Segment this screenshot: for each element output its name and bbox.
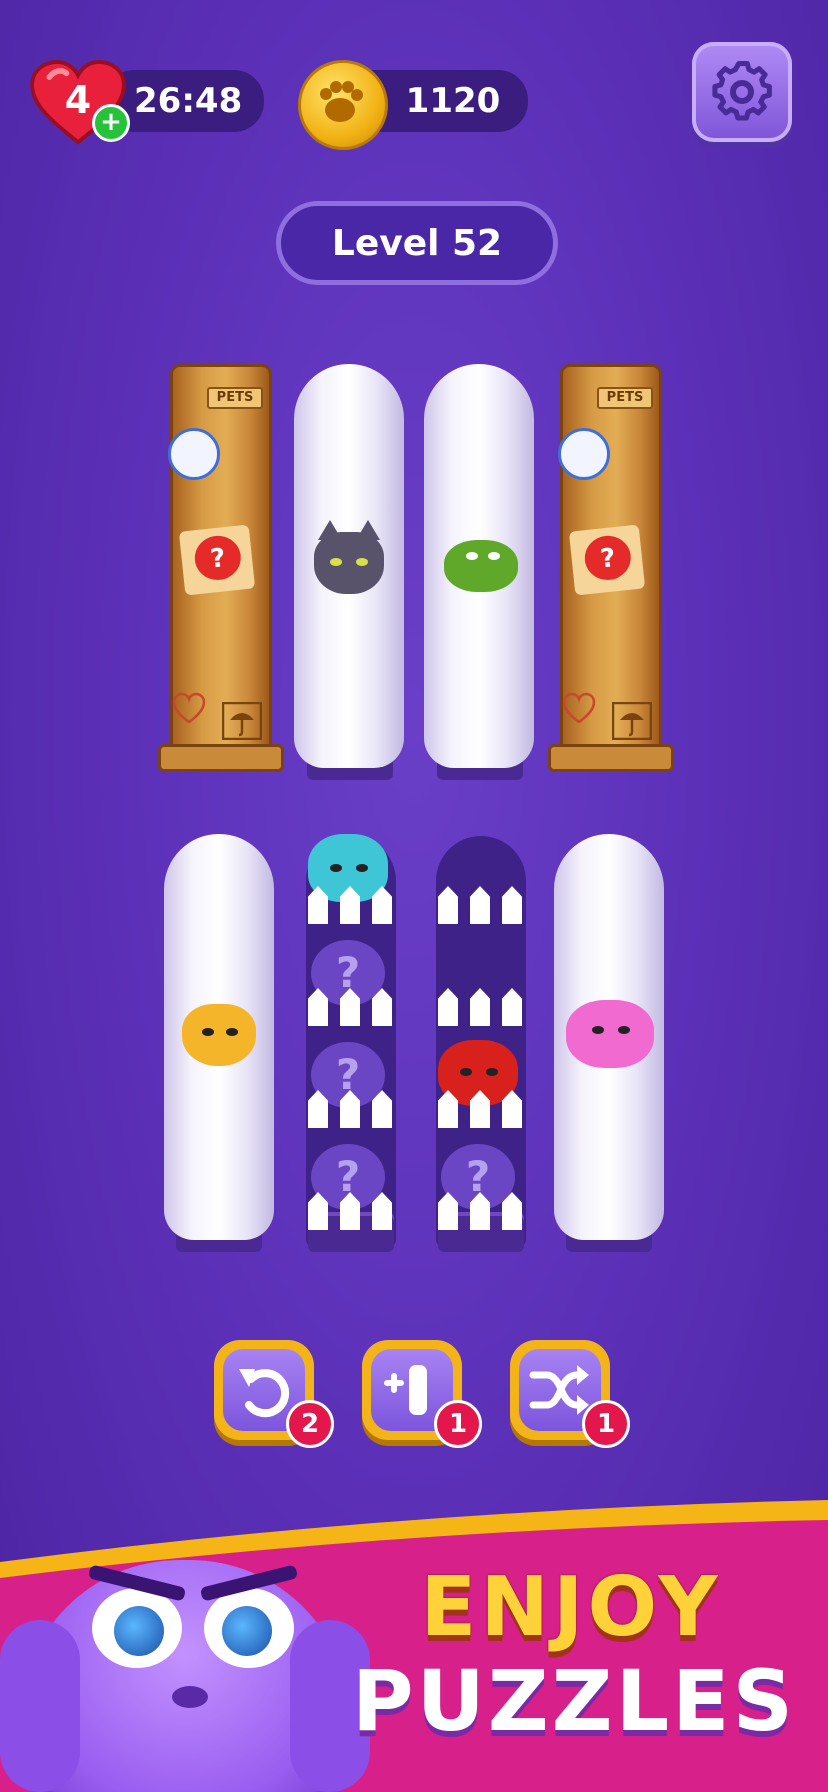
bunny-left-eye [92, 1588, 182, 1668]
crate-base [548, 744, 674, 772]
question-mark: ? [192, 533, 243, 583]
umbrella-icon [612, 702, 652, 740]
paw-coin-icon [298, 60, 388, 150]
bunny-left-ear [0, 1620, 80, 1792]
gray-cat-pet [314, 520, 384, 594]
pets-tag: PETS [597, 387, 653, 409]
level-indicator: Level 52 [276, 201, 558, 285]
shuffle-count-badge: 1 [582, 1400, 630, 1448]
crate-base [158, 744, 284, 772]
fence [302, 884, 398, 924]
bunny-right-eye [204, 1588, 294, 1668]
pets-tag: PETS [207, 387, 263, 409]
shuffle-button[interactable]: 1 [510, 1340, 630, 1448]
fence [432, 884, 528, 924]
undo-count-badge: 2 [286, 1400, 334, 1448]
umbrella-icon [222, 702, 262, 740]
settings-button[interactable] [692, 42, 792, 142]
mystery-bear-sticker: ? [178, 524, 256, 596]
paw-sticker-icon [558, 428, 610, 480]
add-lives-button[interactable]: + [92, 104, 130, 142]
heart-doodle-icon [172, 692, 206, 724]
add-tube-count-badge: 1 [434, 1400, 482, 1448]
gear-icon [712, 61, 772, 121]
fence [302, 986, 398, 1026]
lives-timer: 26:48 [134, 81, 243, 121]
fence [432, 1088, 528, 1128]
lives-count: 4 [64, 78, 92, 122]
green-crocodile-pet [444, 540, 518, 592]
orange-cat-pet [182, 1004, 256, 1066]
add-tube-button[interactable]: 1 [362, 1340, 482, 1448]
question-mark: ? [582, 533, 633, 583]
heart-doodle-icon [562, 692, 596, 724]
fence [432, 1190, 528, 1230]
banner-line-1: ENJOY [420, 1560, 722, 1655]
banner-line-2: PUZZLES [352, 1652, 796, 1750]
fence [432, 986, 528, 1026]
mystery-bear-sticker: ? [568, 524, 646, 596]
pink-bunny-pet [566, 1000, 654, 1068]
bunny-nose [172, 1686, 208, 1708]
undo-button[interactable]: 2 [214, 1340, 334, 1448]
coin-count: 1120 [405, 81, 501, 121]
fence [302, 1190, 398, 1230]
fence [302, 1088, 398, 1128]
paw-sticker-icon [168, 428, 220, 480]
